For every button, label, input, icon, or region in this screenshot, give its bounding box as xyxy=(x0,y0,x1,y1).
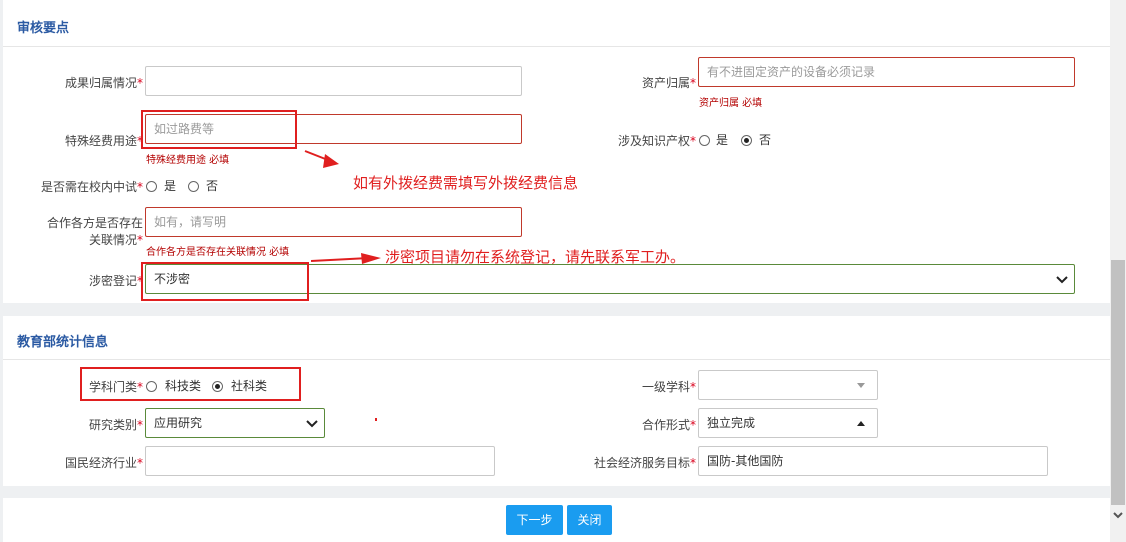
vertical-scrollbar[interactable] xyxy=(1110,0,1126,542)
moe-section-title: 教育部统计信息 xyxy=(17,335,109,350)
caret-down-icon xyxy=(857,383,865,388)
asset-owner-label: 资产归属* xyxy=(641,76,696,90)
first-subject-label: 一级学科* xyxy=(641,380,696,394)
arrow-icon xyxy=(304,150,339,168)
industry-label: 国民经济行业* xyxy=(64,456,143,470)
industry-input[interactable] xyxy=(145,446,495,476)
trial-no-radio[interactable] xyxy=(188,181,199,192)
chevron-down-icon xyxy=(306,420,318,428)
moe-panel: 教育部统计信息 学科门类* 科技类 社科类 一级学科* 研究类别* 应用研究 合… xyxy=(3,316,1110,486)
outside-funds-note: 如有外拨经费需填写外拨经费信息 xyxy=(353,174,579,192)
result-owner-input[interactable] xyxy=(145,66,522,96)
partner-error: 合作各方是否存在关联情况 必填 xyxy=(146,247,290,258)
secret-note: 涉密项目请勿在系统登记，请先联系军工办。 xyxy=(385,248,686,266)
coop-form-select[interactable]: 独立完成 xyxy=(698,408,878,438)
research-type-label: 研究类别* xyxy=(88,418,143,432)
highlight-subject-type xyxy=(80,367,301,401)
red-dot xyxy=(375,418,377,421)
coop-form-label: 合作形式* xyxy=(641,418,696,432)
special-use-error: 特殊经费用途 必填 xyxy=(146,155,230,166)
result-owner-label: 成果归属情况* xyxy=(64,76,143,90)
special-use-label: 特殊经费用途* xyxy=(64,134,143,148)
chevron-down-icon xyxy=(1056,276,1068,284)
caret-up-icon xyxy=(857,421,865,426)
review-panel: 审核要点 成果归属情况* 资产归属* 有不进固定资产的设备必须记录 资产归属 必… xyxy=(3,0,1110,303)
first-subject-select[interactable] xyxy=(698,370,878,400)
highlight-secret xyxy=(141,262,309,301)
scroll-down-icon[interactable] xyxy=(1113,512,1123,520)
trial-yes-label: 是 xyxy=(164,179,177,193)
ip-label: 涉及知识产权* xyxy=(617,134,696,148)
service-goal-input[interactable]: 国防-其他国防 xyxy=(698,446,1048,476)
review-section-title: 审核要点 xyxy=(17,21,70,36)
highlight-special-use xyxy=(141,110,297,149)
trial-label: 是否需在校内中试* xyxy=(40,180,143,194)
partner-label: 合作各方是否存在 关联情况* xyxy=(46,216,143,247)
form-page: 审核要点 成果归属情况* 资产归属* 有不进固定资产的设备必须记录 资产归属 必… xyxy=(0,0,1110,542)
research-type-select[interactable]: 应用研究 xyxy=(145,408,325,438)
ip-no-label: 否 xyxy=(759,133,772,147)
ip-yes-label: 是 xyxy=(716,133,729,147)
arrow-icon xyxy=(311,253,381,264)
close-button[interactable]: 关闭 xyxy=(567,505,612,535)
trial-yes-radio[interactable] xyxy=(146,181,157,192)
next-button[interactable]: 下一步 xyxy=(506,505,563,535)
asset-owner-input[interactable]: 有不进固定资产的设备必须记录 xyxy=(698,57,1075,87)
ip-no-radio[interactable] xyxy=(741,135,752,146)
ip-yes-radio[interactable] xyxy=(699,135,710,146)
divider xyxy=(3,46,1110,47)
asset-owner-error: 资产归属 必填 xyxy=(699,98,763,109)
partner-input[interactable]: 如有，请写明 xyxy=(145,207,522,237)
secret-label: 涉密登记* xyxy=(88,274,143,288)
trial-no-label: 否 xyxy=(206,179,219,193)
scrollbar-thumb[interactable] xyxy=(1111,260,1125,505)
service-goal-label: 社会经济服务目标* xyxy=(593,456,696,470)
divider xyxy=(3,359,1110,360)
